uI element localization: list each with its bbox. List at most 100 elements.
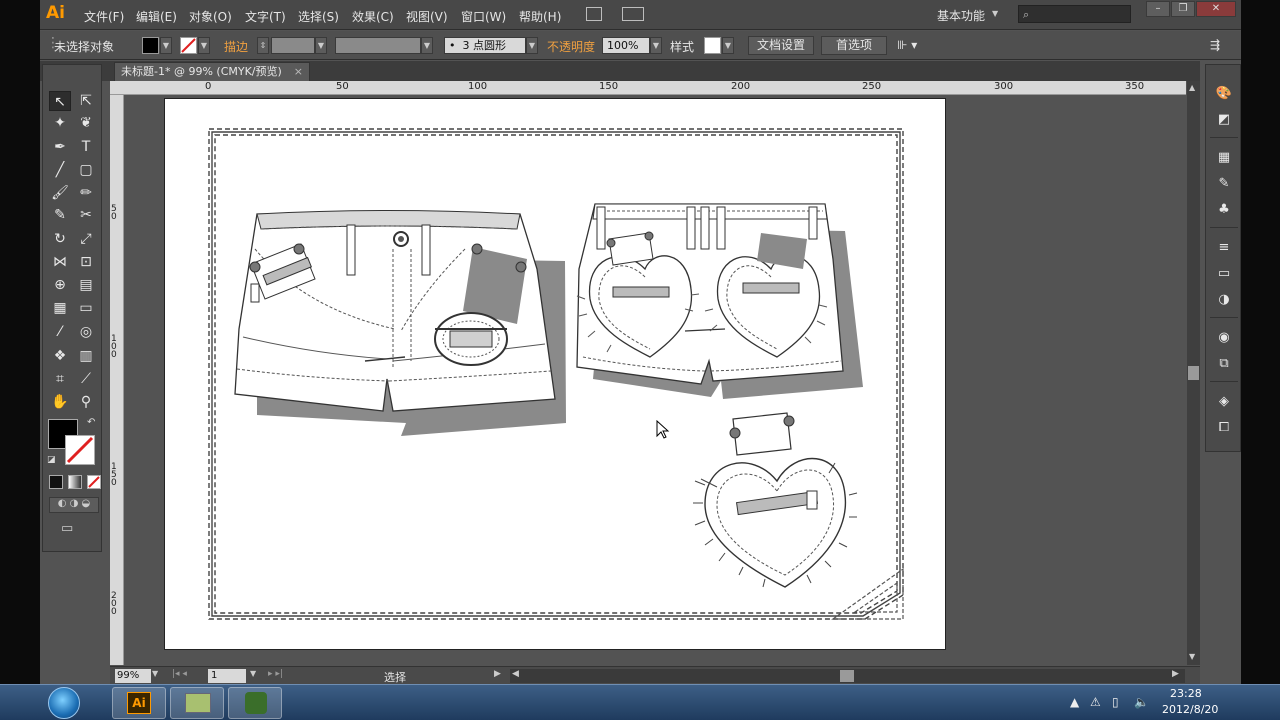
stroke-weight-field[interactable] [271,37,315,54]
preferences-button[interactable]: 首选项 [821,36,887,55]
swap-colors-icon[interactable]: ↶ [87,417,95,428]
menu-view[interactable]: 视图(V) [406,8,448,25]
gradient-panel-icon[interactable]: ▭ [1214,265,1234,283]
opacity-field[interactable]: 100% [602,37,650,54]
graphic-style-swatch[interactable] [704,37,721,54]
zoom-dropdown-icon[interactable]: ▼ [152,669,158,678]
artboards-icon[interactable]: ⧠ [1214,419,1234,437]
horizontal-scroll-thumb[interactable] [840,670,854,682]
shape-builder-tool[interactable]: ⊕ [49,275,71,295]
perspective-grid-tool[interactable]: ▤ [75,275,97,295]
menu-effect[interactable]: 效果(C) [352,8,394,25]
horizontal-scrollbar[interactable]: ◀ ▶ [510,669,1185,683]
scale-tool[interactable]: ⤢ [75,229,97,249]
minimize-button[interactable]: – [1146,1,1170,17]
vertical-scrollbar[interactable]: ▲ ▼ [1187,81,1200,665]
bridge-icon[interactable] [586,7,602,21]
eyedropper-tool[interactable]: ⁄ [49,322,71,342]
align-options-icon[interactable]: ⊪ ▾ [897,38,917,52]
pencil-tool[interactable]: ✏ [75,183,97,203]
scroll-up-icon[interactable]: ▲ [1189,83,1195,92]
vertical-scroll-thumb[interactable] [1188,366,1199,380]
next-artboard-icon[interactable]: ▸ ▸| [268,669,283,679]
paintbrush-tool[interactable]: 🖌 [49,183,71,203]
blob-brush-tool[interactable]: ✎ [49,205,71,225]
gradient-tool[interactable]: ▭ [75,298,97,318]
close-button[interactable]: ✕ [1196,1,1236,17]
menu-object[interactable]: 对象(O) [189,8,232,25]
artboard-dropdown-icon[interactable]: ▼ [250,669,256,678]
artboard-tool[interactable]: ⌗ [49,369,71,389]
menu-window[interactable]: 窗口(W) [461,8,506,25]
taskbar-illustrator[interactable]: Ai [112,687,166,719]
help-search-input[interactable]: ⌕ [1018,5,1131,23]
stroke-swatch[interactable] [180,37,197,54]
clock-time[interactable]: 23:28 [1170,687,1202,700]
taskbar-app-2[interactable] [170,687,224,719]
graphic-styles-icon[interactable]: ⧉ [1214,355,1234,373]
opacity-label[interactable]: 不透明度 [547,38,595,55]
scroll-down-icon[interactable]: ▼ [1189,652,1195,661]
volume-icon[interactable]: 🔈 [1134,695,1149,709]
menu-select[interactable]: 选择(S) [298,8,339,25]
scroll-left-icon[interactable]: ◀ [512,669,519,679]
first-artboard-icon[interactable]: |◂ ◂ [172,669,187,679]
width-tool[interactable]: ⋈ [49,252,71,272]
symbols-icon[interactable]: ♣ [1214,201,1234,219]
menu-help[interactable]: 帮助(H) [519,8,561,25]
default-colors-icon[interactable]: ◪ [47,455,56,465]
profile-dropdown[interactable]: ▼ [421,37,433,54]
swatches-icon[interactable]: ▦ [1214,149,1234,167]
symbol-sprayer-tool[interactable]: ❖ [49,346,71,366]
tray-arrow-icon[interactable]: ▲ [1070,695,1079,709]
stroke-weight-stepper[interactable]: ⇕ [257,37,269,54]
direct-selection-tool[interactable]: ⇱ [75,91,97,111]
artboard-number-field[interactable]: 1 [208,669,246,683]
free-transform-tool[interactable]: ⊡ [75,252,97,272]
canvas-area[interactable] [125,95,1186,665]
clock-date[interactable]: 2012/8/20 [1162,703,1218,716]
color-guide-icon[interactable]: ◩ [1214,111,1234,129]
transparency-icon[interactable]: ◑ [1214,291,1234,309]
slice-tool[interactable]: ⟋ [75,369,97,389]
column-graph-tool[interactable]: ▥ [75,346,97,366]
stroke-color-box[interactable] [65,435,95,465]
restore-button[interactable]: ❐ [1171,1,1195,17]
rectangle-tool[interactable]: ▢ [75,160,97,180]
fill-dropdown[interactable]: ▼ [160,37,172,54]
menu-edit[interactable]: 编辑(E) [136,8,177,25]
magic-wand-tool[interactable]: ✦ [49,113,71,133]
lasso-tool[interactable]: ❦ [75,113,97,133]
brush-definition[interactable]: • 3 点圆形 [444,37,526,54]
status-menu-icon[interactable]: ▶ [494,669,501,679]
stroke-panel-icon[interactable]: ≡ [1214,239,1234,257]
stroke-label[interactable]: 描边 [224,38,248,55]
panel-menu-icon[interactable]: ⇶ [1210,38,1220,52]
workspace-switcher[interactable]: 基本功能 [937,7,985,24]
document-setup-button[interactable]: 文档设置 [748,36,814,55]
artboard[interactable] [164,98,946,650]
start-button[interactable] [48,687,80,719]
selection-tool[interactable]: ↖ [49,91,71,111]
hand-tool[interactable]: ✋ [49,392,71,412]
brush-dropdown[interactable]: ▼ [526,37,538,54]
mesh-tool[interactable]: ▦ [49,298,71,318]
stroke-dropdown[interactable]: ▼ [198,37,210,54]
color-panel-icon[interactable]: 🎨 [1214,85,1234,103]
scissors-tool[interactable]: ✂ [75,205,97,225]
brushes-icon[interactable]: ✎ [1214,175,1234,193]
blend-tool[interactable]: ◎ [75,322,97,342]
line-tool[interactable]: ╱ [49,160,71,180]
rotate-tool[interactable]: ↻ [49,229,71,249]
layers-icon[interactable]: ◈ [1214,393,1234,411]
pen-tool[interactable]: ✒ [49,137,71,157]
close-tab-icon[interactable]: × [294,63,303,80]
document-tab[interactable]: 未标题-1* @ 99% (CMYK/预览) × [114,62,310,81]
device-icon[interactable]: ▯ [1112,695,1119,709]
arrange-documents-icon[interactable] [622,7,644,21]
type-tool[interactable]: T [75,137,97,157]
gradient-mode-button[interactable] [68,475,82,489]
fill-swatch[interactable] [142,37,159,54]
zoom-tool[interactable]: ⚲ [75,392,97,412]
none-mode-button[interactable] [87,475,101,489]
